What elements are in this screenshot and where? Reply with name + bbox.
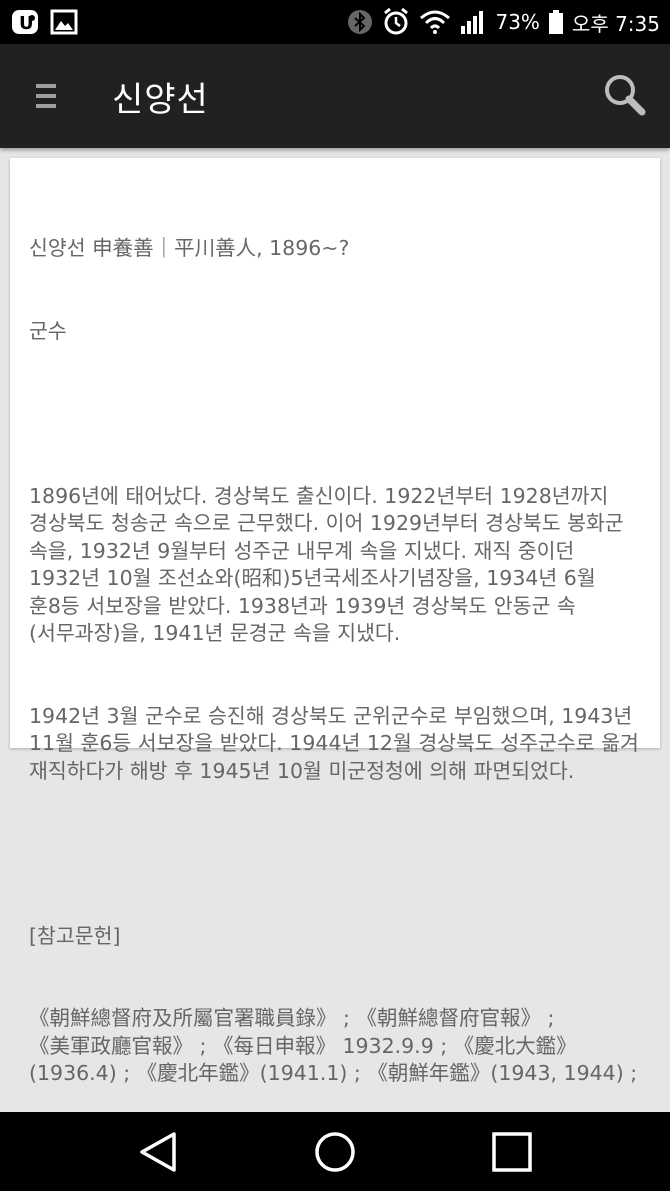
back-icon[interactable] (136, 1130, 180, 1174)
entry-paragraph-1: 1896년에 태어났다. 경상북도 출신이다. 1922년부터 1928년까지 … (29, 483, 631, 646)
status-right-icons: 73% 오후 7:35 (347, 6, 660, 38)
recents-icon[interactable] (490, 1130, 534, 1174)
alarm-icon (381, 7, 411, 37)
menu-icon[interactable] (28, 78, 64, 114)
bluetooth-icon (347, 9, 373, 35)
home-icon[interactable] (313, 1130, 357, 1174)
app-bar: 신양선 (0, 44, 670, 148)
entry-card: 신양선 申養善｜平川善人, 1896~? 군수 1896년에 태어났다. 경상북… (10, 158, 660, 1085)
entry-role: 군수 (29, 318, 67, 343)
status-bar: U 73% 오후 7:35 (0, 0, 670, 44)
signal-icon (459, 9, 487, 35)
references-list: 《朝鮮總督府及所屬官署職員錄》 ; 《朝鮮總督府官報》 ; 《美軍政廳官報》 ;… (29, 1006, 638, 1085)
battery-icon (548, 9, 564, 35)
clock: 오후 7:35 (571, 11, 660, 36)
notification-u-icon: U (10, 7, 40, 37)
entry-paragraph-2: 1942년 3월 군수로 승진해 경상북도 군위군수로 부임했으며, 1943년… (29, 703, 646, 783)
references-label: [참고문헌] (29, 923, 121, 948)
search-icon[interactable] (602, 72, 648, 118)
gallery-icon (50, 7, 78, 37)
status-left-icons: U (10, 7, 78, 37)
entry-heading: 신양선 申養善｜平川善人, 1896~? (29, 236, 350, 260)
page-title: 신양선 (112, 80, 209, 120)
navigation-bar (0, 1112, 670, 1191)
wifi-icon (419, 9, 451, 35)
battery-percent: 73% (495, 10, 540, 34)
entry-text: 신양선 申養善｜平川善人, 1896~? 군수 1896년에 태어났다. 경상북… (29, 180, 649, 1143)
